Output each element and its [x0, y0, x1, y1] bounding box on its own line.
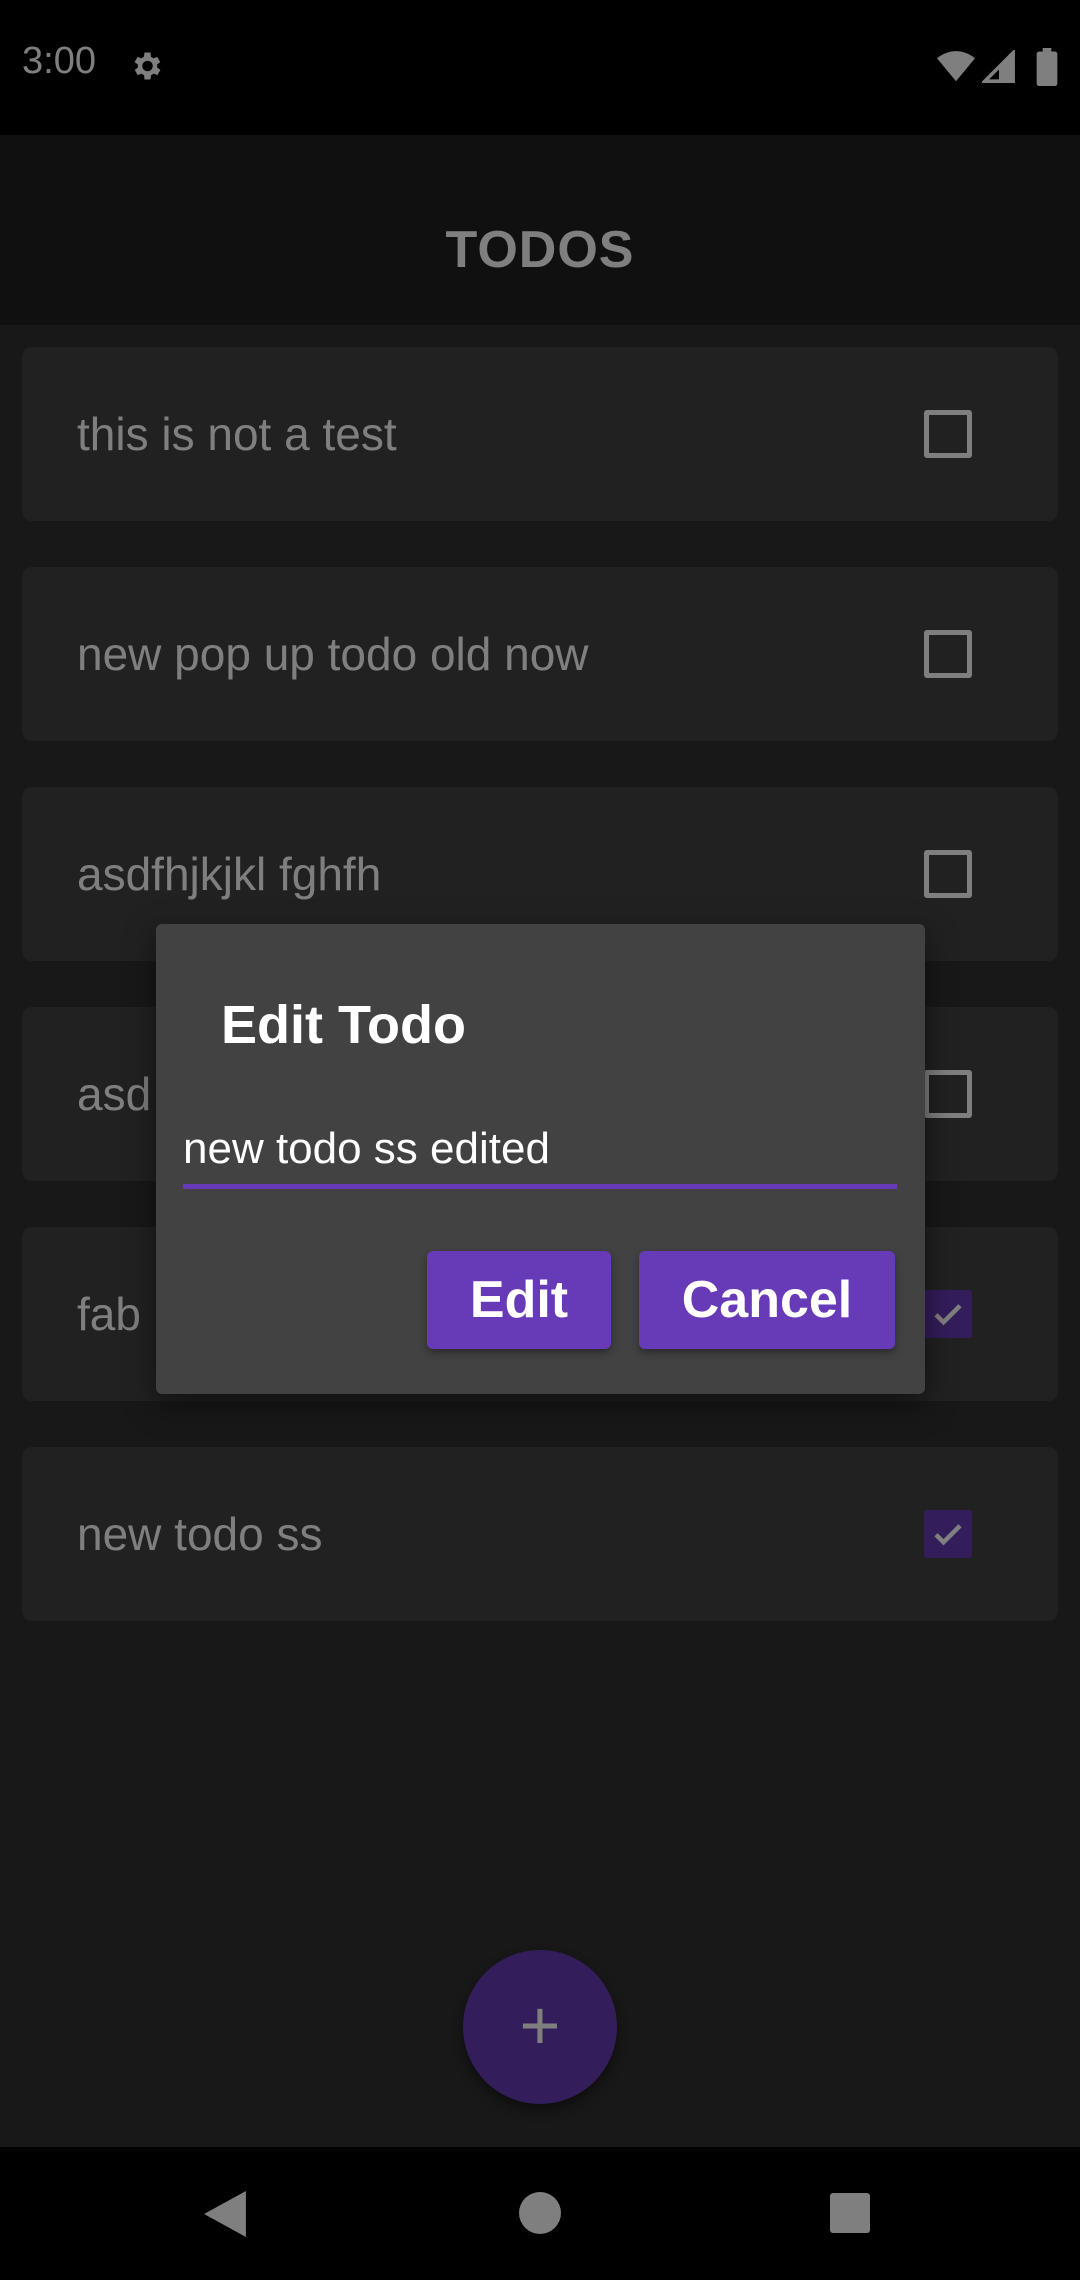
- edit-button[interactable]: Edit: [427, 1251, 611, 1349]
- todo-edit-input[interactable]: [183, 1114, 897, 1189]
- dialog-title: Edit Todo: [221, 995, 466, 1055]
- screen: 3:00 TODOS this is not a test new pop up…: [0, 0, 1080, 2280]
- cancel-button[interactable]: Cancel: [639, 1251, 895, 1349]
- edit-todo-dialog: Edit Todo Edit Cancel: [156, 924, 925, 1394]
